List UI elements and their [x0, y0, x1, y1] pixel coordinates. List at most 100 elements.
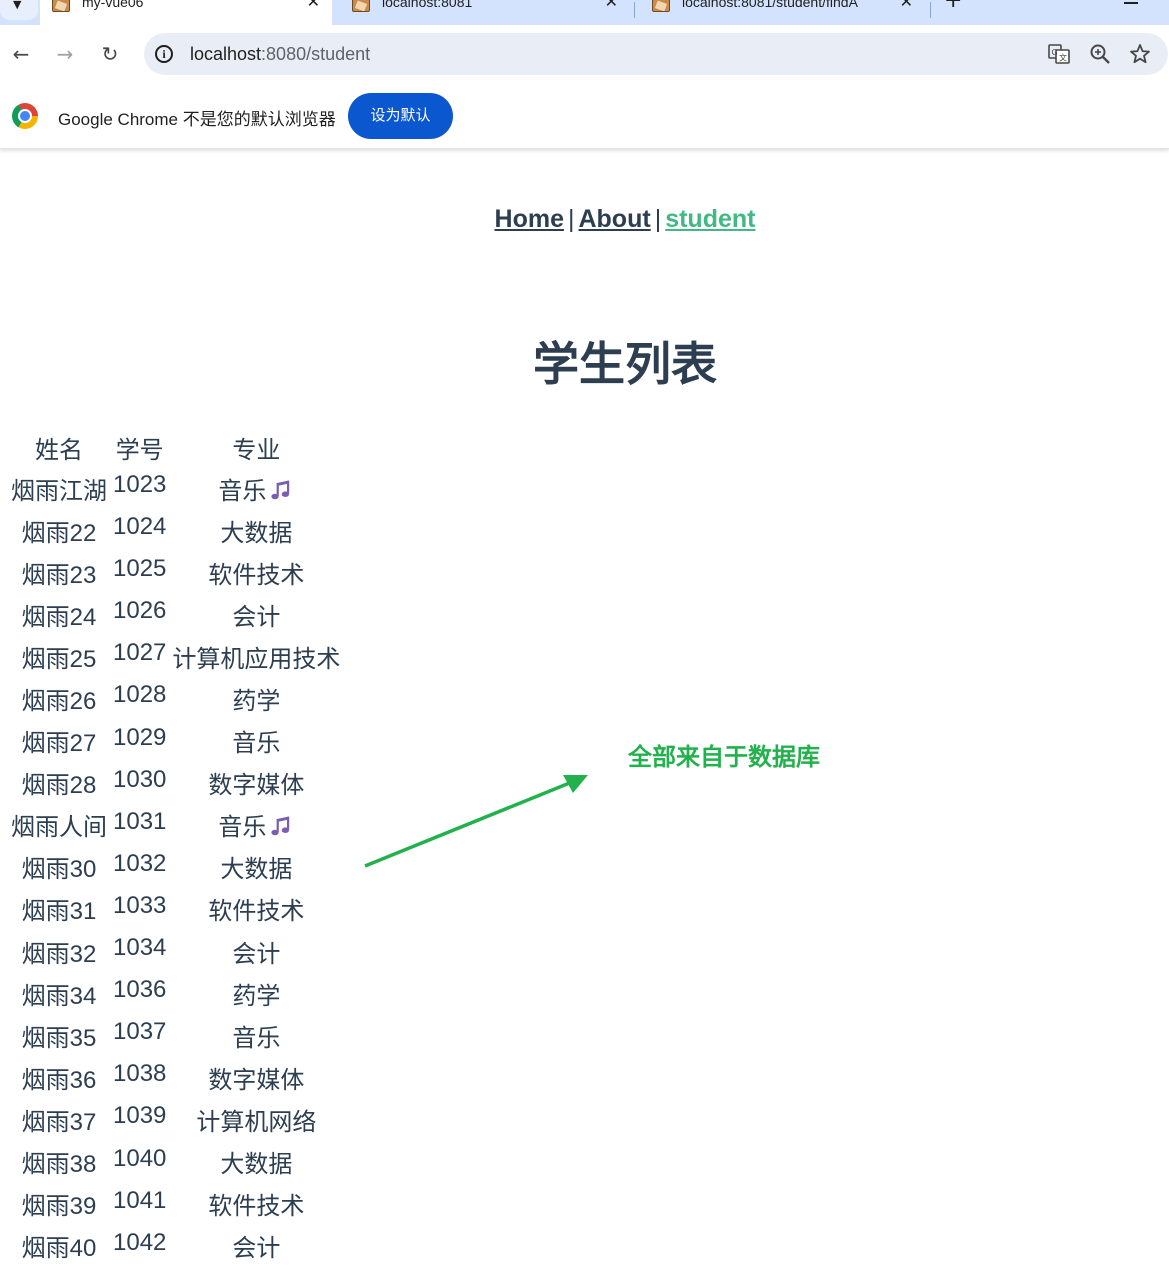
student-major-cell: 会计	[169, 593, 343, 635]
student-name-cell: 烟雨25	[21, 645, 97, 673]
student-major-cell: 大数据	[169, 509, 343, 551]
student-major-cell: 大数据	[169, 846, 343, 888]
student-id-cell: 1037	[113, 1018, 167, 1046]
url-path: :8080/student	[261, 44, 371, 64]
back-arrow-icon[interactable]: ←	[8, 41, 34, 67]
app-nav: Home | About | student	[0, 205, 1169, 234]
header-id: 学号	[115, 436, 164, 464]
plus-icon[interactable]: +	[944, 0, 962, 13]
student-major-cell: 软件技术	[169, 551, 343, 593]
header-major: 专业	[232, 436, 281, 464]
student-id-cell: 1040	[113, 1144, 167, 1172]
student-id-cell: 1032	[113, 849, 167, 877]
table-header-row: 姓名 学号 专业	[8, 427, 343, 467]
student-major-text: 音乐	[218, 814, 267, 842]
annotation-arrow	[364, 775, 588, 868]
table-row: 烟雨24 1026 会计	[8, 593, 343, 635]
nav-link-about[interactable]: About	[578, 205, 650, 233]
chevron-down-icon: ▼	[13, 0, 22, 11]
student-id-cell: 1030	[113, 765, 167, 793]
student-name-cell: 烟雨35	[21, 1024, 97, 1052]
student-major-cell: 软件技术	[169, 888, 343, 930]
table-row: 烟雨31 1033 软件技术	[8, 888, 343, 930]
minimize-icon[interactable]	[1124, 2, 1138, 4]
info-icon[interactable]: i	[155, 45, 173, 63]
student-id-cell: 1025	[113, 555, 167, 583]
music-note-icon	[268, 813, 294, 839]
student-major-cell: 药学	[169, 677, 343, 719]
student-major-cell: 音乐	[169, 1014, 343, 1056]
table-row: 烟雨25 1027 计算机应用技术	[8, 635, 343, 677]
tab-strip: ▼ my-vue06 ✕ localhost:8081 ✕ localhost:…	[0, 0, 1169, 25]
student-id-cell: 1036	[113, 976, 167, 1004]
student-major-text: 会计	[232, 603, 281, 631]
table-row: 烟雨32 1034 会计	[8, 930, 343, 972]
student-major-text: 大数据	[220, 856, 293, 884]
student-major-text: 计算机网络	[196, 1108, 317, 1136]
student-name-cell: 烟雨40	[21, 1235, 97, 1263]
student-major-text: 软件技术	[208, 561, 305, 589]
student-name-cell: 烟雨34	[21, 982, 97, 1010]
student-major-cell: 音乐	[169, 804, 343, 846]
table-row: 烟雨人间 1031 音乐	[8, 804, 343, 846]
favicon-icon	[352, 0, 370, 12]
student-major-text: 数字媒体	[208, 1066, 305, 1094]
student-id-cell: 1029	[113, 723, 167, 751]
page-title: 学生列表	[533, 337, 717, 391]
student-name-cell: 烟雨22	[21, 519, 97, 547]
student-id-cell: 1024	[113, 513, 167, 541]
student-name-cell: 烟雨31	[21, 898, 97, 926]
table-row: 烟雨27 1029 音乐	[8, 720, 343, 762]
nav-link-student[interactable]: student	[665, 205, 755, 233]
header-name: 姓名	[35, 436, 83, 464]
close-icon[interactable]: ✕	[900, 0, 913, 11]
student-name-cell: 烟雨23	[21, 561, 97, 589]
forward-arrow-icon[interactable]: →	[52, 41, 78, 67]
star-icon[interactable]	[1128, 42, 1152, 66]
student-id-cell: 1028	[113, 681, 167, 709]
table-row: 烟雨28 1030 数字媒体	[8, 762, 343, 804]
student-major-text: 软件技术	[208, 1193, 305, 1221]
tab-student-findall[interactable]: localhost:8081/student/findA ✕	[640, 0, 925, 25]
student-id-cell: 1034	[113, 934, 167, 962]
student-name-cell: 烟雨26	[21, 688, 97, 716]
student-id-cell: 1033	[113, 891, 167, 919]
student-major-cell: 计算机网络	[169, 1098, 343, 1140]
url-text[interactable]: localhost:8080/student	[190, 44, 370, 65]
student-major-cell: 药学	[169, 972, 343, 1014]
nav-link-home[interactable]: Home	[495, 205, 564, 233]
set-default-button[interactable]: 设为默认	[348, 93, 453, 139]
reload-icon[interactable]: ↻	[97, 41, 123, 67]
favicon-icon	[652, 0, 670, 12]
table-row: 烟雨40 1042 会计	[8, 1225, 343, 1267]
student-id-cell: 1041	[113, 1186, 167, 1214]
tab-search-button[interactable]: ▼	[0, 0, 38, 20]
url-host: localhost	[190, 44, 262, 64]
student-id-cell: 1023	[113, 471, 167, 498]
student-major-cell: 数字媒体	[169, 1056, 343, 1098]
browser-toolbar: ← → ↻ i localhost:8080/student G文	[0, 25, 1169, 83]
student-name-cell: 烟雨39	[21, 1193, 97, 1221]
translate-icon[interactable]: G文	[1047, 42, 1071, 66]
svg-text:G: G	[1052, 48, 1058, 57]
zoom-icon[interactable]	[1088, 42, 1112, 66]
student-id-cell: 1027	[113, 639, 167, 667]
student-id-cell: 1042	[113, 1228, 167, 1256]
student-name-cell: 烟雨27	[21, 730, 97, 758]
student-id-cell: 1038	[113, 1060, 167, 1088]
student-major-cell: 音乐	[169, 467, 343, 509]
student-major-cell: 大数据	[169, 1141, 343, 1183]
close-icon[interactable]: ✕	[605, 0, 618, 11]
student-major-text: 数字媒体	[208, 772, 305, 800]
student-major-text: 药学	[232, 982, 281, 1010]
student-name-cell: 烟雨人间	[11, 814, 107, 842]
student-id-cell: 1039	[113, 1102, 167, 1130]
address-bar[interactable]: i localhost:8080/student G文	[144, 33, 1168, 75]
student-table: 姓名 学号 专业 烟雨江湖 1023 音乐 烟雨22 1024 大数据 烟雨23 1025 软件…	[8, 427, 343, 1267]
tab-localhost-8081[interactable]: localhost:8081 ✕	[340, 0, 630, 25]
student-major-cell: 软件技术	[169, 1183, 343, 1225]
tab-my-vue06[interactable]: my-vue06 ✕	[40, 0, 332, 25]
student-id-cell: 1031	[113, 807, 167, 835]
close-icon[interactable]: ✕	[307, 0, 320, 11]
table-row: 烟雨37 1039 计算机网络	[8, 1098, 343, 1140]
